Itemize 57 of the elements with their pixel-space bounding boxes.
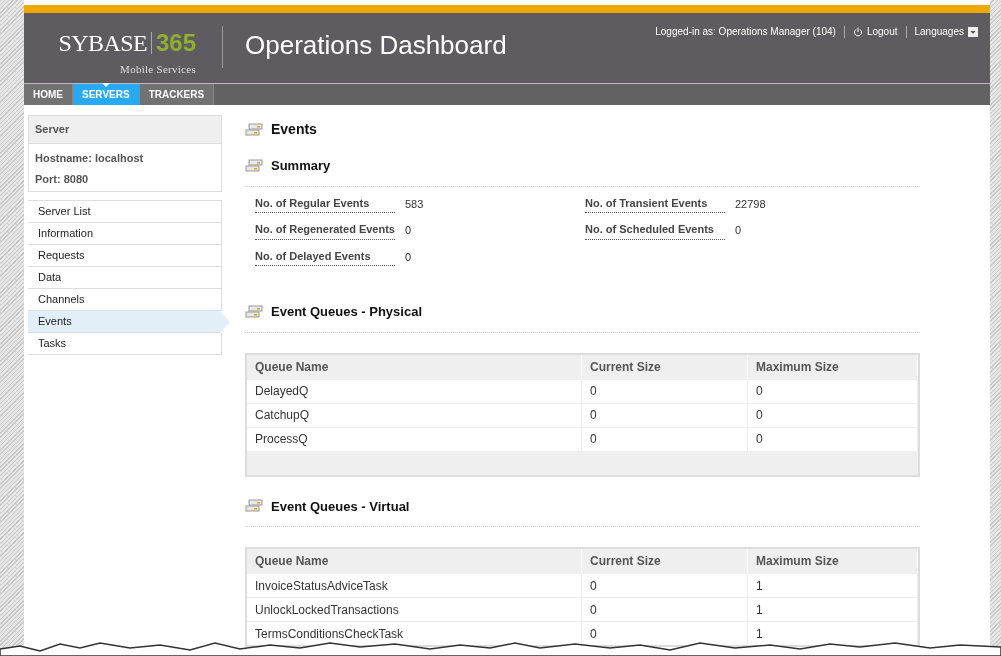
field-value: 583 — [405, 196, 424, 212]
sidebar-item[interactable]: Data — [28, 267, 222, 289]
server-stack-icon — [245, 122, 263, 137]
table-cell: TermsConditionsCheckTask — [247, 621, 582, 645]
panel-title: Server — [29, 116, 221, 144]
field-label: No. of Regular Events — [255, 194, 395, 213]
logo: SYBASE 365 Mobile Services — [57, 28, 196, 77]
table-cell: 0 — [582, 621, 748, 645]
sidebar-item[interactable]: Information — [28, 223, 222, 245]
table-cell: ProcessQ — [247, 426, 582, 451]
section-heading: Event Queues - Physical — [271, 303, 422, 321]
table-cell: 1 — [748, 597, 918, 621]
field-label: No. of Delayed Events — [255, 247, 395, 266]
nav-tab[interactable]: HOME — [24, 84, 73, 105]
table-cell: 0 — [748, 426, 918, 451]
logged-in-user: Logged-in as: Operations Manager (104) — [655, 25, 836, 39]
sidebar-item[interactable]: Server List — [28, 201, 222, 223]
column-header: Current Size — [582, 354, 748, 379]
sidebar-item[interactable]: Requests — [28, 245, 222, 267]
field-value: 0 — [405, 249, 412, 265]
table-cell: UnlockLockedTransactions — [247, 597, 582, 621]
port-text: Port: 8080 — [34, 171, 90, 187]
column-header: Maximum Size — [748, 354, 918, 379]
field-value: 0 — [405, 223, 412, 238]
field-value: 22798 — [735, 196, 766, 212]
sidebar-item[interactable]: Tasks — [28, 333, 222, 355]
table-cell: 0 — [582, 573, 748, 597]
table-cell: 0 — [748, 402, 918, 427]
server-stack-icon — [245, 158, 263, 173]
table-cell: 0 — [582, 402, 748, 427]
column-header: Queue Name — [247, 354, 582, 379]
app-title: Operations Dashboard — [245, 29, 507, 62]
hostname-text: Hostname: localhost — [34, 151, 145, 166]
table-cell: DelayedQ — [247, 378, 582, 403]
table-cell: InvoiceStatusAdviceTask — [247, 573, 582, 597]
section-heading: Events — [271, 120, 317, 139]
table-cell: 1 — [748, 573, 918, 597]
languages-dropdown[interactable]: Languages — [914, 24, 978, 39]
table-cell: 0 — [582, 597, 748, 621]
table-cell: 0 — [582, 378, 748, 403]
field-label: No. of Scheduled Events — [585, 221, 725, 240]
server-stack-icon — [245, 304, 263, 319]
logout-link[interactable]: Logout — [852, 24, 898, 39]
sidebar-item[interactable]: Events — [28, 311, 230, 333]
table-cell: 1 — [748, 621, 918, 645]
section-heading: Summary — [271, 157, 331, 175]
section-heading: Event Queues - Virtual — [271, 497, 410, 516]
table-cell: CatchupQ — [247, 402, 582, 427]
power-icon — [852, 26, 863, 37]
nav-tab[interactable]: TRACKERS — [139, 84, 215, 105]
table-cell: 0 — [748, 378, 918, 403]
field-label: No. of Regenerated Events — [255, 221, 395, 240]
dropdown-caret-icon — [968, 26, 978, 37]
field-label: No. of Transient Events — [585, 194, 725, 213]
server-stack-icon — [245, 499, 263, 514]
field-value: 0 — [735, 223, 742, 238]
table-cell: 0 — [582, 426, 748, 451]
